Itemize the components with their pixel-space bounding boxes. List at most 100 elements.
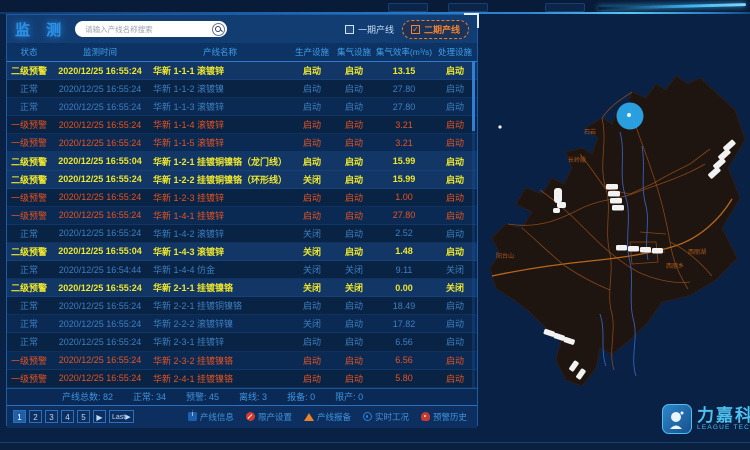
cell-time: 2020/12/25 16:55:04 xyxy=(51,156,149,166)
table-row[interactable]: 二级预警 2020/12/25 16:55:24 华新 2-1-1 挂镀镍铬 关… xyxy=(7,279,477,297)
brand-subtitle: LEAGUE TECH xyxy=(697,425,750,432)
cell-processing-facility: 启动 xyxy=(433,209,477,222)
cell-processing-facility: 关闭 xyxy=(433,281,477,294)
page-next-button[interactable]: ▶ xyxy=(93,410,106,423)
cell-line-name: 华新 1-1-2 滚镀镍 xyxy=(149,82,291,95)
table-scrollbar[interactable] xyxy=(472,61,475,389)
legend-report-triangle[interactable]: 产线报备 xyxy=(304,411,351,423)
table-row[interactable]: 一级预警 2020/12/25 16:55:24 华新 1-1-4 滚镀锌 启动… xyxy=(7,116,477,134)
search-input[interactable] xyxy=(83,24,212,35)
cell-efficiency: 6.56 xyxy=(375,337,433,347)
cell-production-facility: 启动 xyxy=(291,136,333,149)
phase1-filter-checkbox[interactable]: 一期产线 xyxy=(345,23,394,36)
alarm-history-icon xyxy=(421,412,430,421)
cell-gas-facility: 启动 xyxy=(333,299,375,312)
search-box[interactable] xyxy=(75,21,227,37)
scrollbar-thumb[interactable] xyxy=(472,61,475,131)
legend-info-square[interactable]: 产线信息 xyxy=(188,411,234,423)
legend-alarm-history[interactable]: 预警历史 xyxy=(421,411,467,423)
brand-name: 力嘉科技 xyxy=(697,407,750,425)
table-row[interactable]: 二级预警 2020/12/25 16:55:04 华新 1-2-1 挂镀铜镍铬（… xyxy=(7,152,477,170)
district-map[interactable]: 石岩 长岭陂 阳台山 西丽湖 西丽乡 xyxy=(480,14,750,426)
legend-restrict-circle[interactable]: 限产设置 xyxy=(246,411,292,423)
table-row[interactable]: 正常 2020/12/25 16:55:24 华新 1-4-2 滚镀锌 关闭 启… xyxy=(7,225,477,243)
cell-gas-facility: 启动 xyxy=(333,209,375,222)
cell-production-facility: 启动 xyxy=(291,191,333,204)
cell-efficiency: 1.48 xyxy=(375,246,433,256)
table-row[interactable]: 二级预警 2020/12/25 16:55:24 华新 1-2-2 挂镀铜镍铬（… xyxy=(7,171,477,189)
table-row[interactable]: 正常 2020/12/25 16:55:24 华新 2-2-1 挂镀铜镍铬 启动… xyxy=(7,297,477,315)
cell-status: 一级预警 xyxy=(7,372,51,385)
cell-production-facility: 关闭 xyxy=(291,317,333,330)
cell-line-name: 华新 1-4-2 滚镀锌 xyxy=(149,227,291,240)
page-button-1[interactable]: 1 xyxy=(13,410,26,423)
cell-time: 2020/12/25 16:55:24 xyxy=(51,283,149,293)
page-button-4[interactable]: 4 xyxy=(61,410,74,423)
cell-line-name: 华新 1-4-1 挂镀锌 xyxy=(149,209,291,222)
cell-status: 正常 xyxy=(7,82,51,95)
table-row[interactable]: 一级预警 2020/12/25 16:55:24 华新 2-4-1 挂镀镍铬 启… xyxy=(7,370,477,388)
col-production-facility: 生产设施 xyxy=(291,46,333,58)
cell-status: 正常 xyxy=(7,263,51,276)
table-row[interactable]: 二级预警 2020/12/25 16:55:24 华新 1-1-1 滚镀锌 启动… xyxy=(7,62,477,80)
cell-time: 2020/12/25 16:55:24 xyxy=(51,210,149,220)
cell-gas-facility: 启动 xyxy=(333,335,375,348)
cell-gas-facility: 启动 xyxy=(333,317,375,330)
page-last-button[interactable]: Last▶ xyxy=(109,410,134,423)
checkbox-unchecked-icon xyxy=(345,25,354,34)
cell-time: 2020/12/25 16:55:04 xyxy=(51,246,149,256)
decor-rect xyxy=(388,3,428,12)
cell-status: 一级预警 xyxy=(7,191,51,204)
cell-efficiency: 6.56 xyxy=(375,355,433,365)
cell-status: 二级预警 xyxy=(7,173,51,186)
cell-line-name: 华新 1-1-4 滚镀锌 xyxy=(149,118,291,131)
table-row[interactable]: 一级预警 2020/12/25 16:55:24 华新 1-4-1 挂镀锌 启动… xyxy=(7,207,477,225)
cell-line-name: 华新 2-4-1 挂镀镍铬 xyxy=(149,372,291,385)
cell-line-name: 华新 1-2-1 挂镀铜镍铬（龙门线） xyxy=(149,155,291,168)
table-row[interactable]: 一级预警 2020/12/25 16:55:24 华新 1-1-5 滚镀锌 启动… xyxy=(7,134,477,152)
cell-efficiency: 0.00 xyxy=(375,283,433,293)
cell-line-name: 华新 1-2-3 挂镀锌 xyxy=(149,191,291,204)
cell-production-facility: 启动 xyxy=(291,354,333,367)
table-row[interactable]: 一级预警 2020/12/25 16:55:24 华新 1-2-3 挂镀锌 启动… xyxy=(7,189,477,207)
table-row[interactable]: 二级预警 2020/12/25 16:55:04 华新 1-4-3 滚镀锌 关闭… xyxy=(7,243,477,261)
cell-production-facility: 启动 xyxy=(291,155,333,168)
cell-production-facility: 启动 xyxy=(291,82,333,95)
phase2-filter-button[interactable]: ✓ 二期产线 xyxy=(402,20,469,39)
map-place-label: 长岭陂 xyxy=(568,156,586,164)
cell-efficiency: 3.21 xyxy=(375,120,433,130)
table-row[interactable]: 正常 2020/12/25 16:55:24 华新 2-3-1 挂镀锌 启动 启… xyxy=(7,333,477,351)
table-row[interactable]: 正常 2020/12/25 16:55:24 华新 1-1-2 滚镀镍 启动 启… xyxy=(7,80,477,98)
realtime-icon xyxy=(363,412,372,421)
table-row[interactable]: 正常 2020/12/25 16:55:24 华新 1-1-3 滚镀锌 启动 启… xyxy=(7,98,477,116)
legend-realtime[interactable]: 实时工况 xyxy=(363,411,409,423)
table-row[interactable]: 正常 2020/12/25 16:55:24 华新 2-2-2 滚镀锌镍 关闭 … xyxy=(7,315,477,333)
page-button-2[interactable]: 2 xyxy=(29,410,42,423)
cell-processing-facility: 启动 xyxy=(433,118,477,131)
cell-status: 二级预警 xyxy=(7,281,51,294)
cell-line-name: 华新 2-1-1 挂镀镍铬 xyxy=(149,281,291,294)
table-row[interactable]: 一级预警 2020/12/25 16:55:24 华新 2-3-2 挂镀镍铬 启… xyxy=(7,352,477,370)
cell-status: 二级预警 xyxy=(7,64,51,77)
map-alarm-marker[interactable] xyxy=(617,103,644,130)
page-button-5[interactable]: 5 xyxy=(77,410,90,423)
cell-gas-facility: 启动 xyxy=(333,64,375,77)
summary-bar: 产线总数: 82正常: 34预警: 45离线: 3报备: 0限产: 0 xyxy=(7,388,477,405)
cell-line-name: 华新 1-1-1 滚镀锌 xyxy=(149,64,291,77)
pagination: 12345▶Last▶ xyxy=(13,410,134,423)
cell-production-facility: 启动 xyxy=(291,118,333,131)
legend-label: 预警历史 xyxy=(433,411,467,423)
logo-icon xyxy=(662,404,692,434)
district-landmass xyxy=(490,76,745,386)
cell-line-name: 华新 2-3-1 挂镀锌 xyxy=(149,335,291,348)
checkbox-checked-icon: ✓ xyxy=(411,25,420,34)
cell-time: 2020/12/25 16:55:24 xyxy=(51,355,149,365)
search-button[interactable] xyxy=(212,23,225,36)
cell-efficiency: 15.99 xyxy=(375,156,433,166)
cell-status: 二级预警 xyxy=(7,155,51,168)
cell-production-facility: 关闭 xyxy=(291,281,333,294)
page-button-3[interactable]: 3 xyxy=(45,410,58,423)
table-row[interactable]: 正常 2020/12/25 16:54:44 华新 1-4-4 仿金 关闭 关闭… xyxy=(7,261,477,279)
monitoring-dashboard: 监 测 一期产线 ✓ 二期产线 状态 监测时间 产线名称 生产设施 集气设施 xyxy=(0,0,750,450)
cell-time: 2020/12/25 16:55:24 xyxy=(51,301,149,311)
